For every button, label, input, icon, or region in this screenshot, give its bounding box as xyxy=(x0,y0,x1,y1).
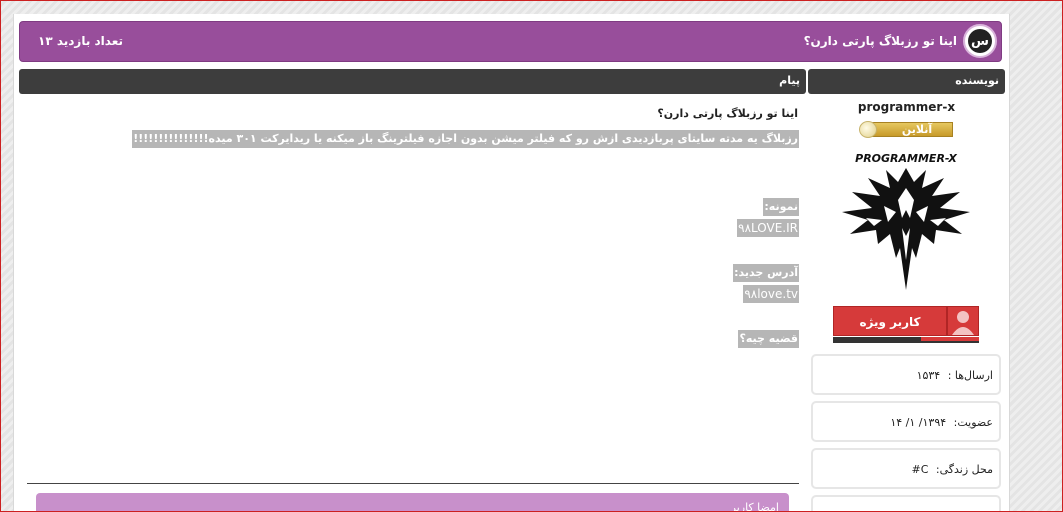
logo-glyph: س xyxy=(968,29,992,53)
example-label: نمونه: xyxy=(763,198,799,216)
author-column-header: نویسنده xyxy=(808,69,1005,94)
location-label: محل زندگی: xyxy=(935,463,993,476)
author-column: programmer-x آنلاین PROGRAMMER-X کاربر و… xyxy=(808,96,1005,512)
post-divider xyxy=(27,483,799,484)
user-silhouette-icon xyxy=(947,306,979,336)
view-count: تعداد بازدید ۱۳ xyxy=(38,34,124,48)
posts-label: ارسال‌ها : xyxy=(947,369,993,382)
online-status-badge: آنلاین xyxy=(859,120,953,139)
avatar[interactable]: PROGRAMMER-X xyxy=(838,148,974,293)
badge-underline xyxy=(833,337,979,343)
author-username[interactable]: programmer-x xyxy=(808,100,1005,114)
posts-count-box: ارسال‌ها : ۱۵۳۴ xyxy=(811,354,1001,395)
new-address-link[interactable]: ۹۸love.tv xyxy=(743,285,799,303)
new-address-label: آدرس جدید: xyxy=(733,264,799,282)
special-user-badge: کاربر ویژه xyxy=(833,306,979,343)
thread-header-bar: س اینا تو رزبلاگ پارتی دارن؟ تعداد بازدی… xyxy=(19,21,1002,62)
extra-info-box xyxy=(811,495,1001,512)
avatar-caption: PROGRAMMER-X xyxy=(855,152,957,165)
example-link[interactable]: ۹۸LOVE.IR xyxy=(737,219,799,237)
post-title: اینا تو رزبلاگ پارتی دارن؟ xyxy=(657,107,798,120)
post-question: قضیه چیه؟ xyxy=(738,330,799,348)
signature-label: امضا کاربر xyxy=(730,501,779,512)
bulb-icon xyxy=(859,121,877,138)
special-user-label: کاربر ویژه xyxy=(833,306,947,336)
location-value: C# xyxy=(911,463,929,476)
post-body-line: رزبلاگ یه مدته سایتای پربازدیدی ازش رو ک… xyxy=(132,130,799,148)
thread-title: اینا تو رزبلاگ پارتی دارن؟ xyxy=(803,34,957,48)
signature-box: امضا کاربر xyxy=(36,493,789,512)
joined-value: ۱۳۹۴/ ۱/ ۱۴ xyxy=(890,416,947,429)
location-box: محل زندگی: C# xyxy=(811,448,1001,489)
site-logo-icon[interactable]: س xyxy=(963,24,997,58)
online-status-label: آنلاین xyxy=(871,122,953,137)
message-column-header: پیام xyxy=(19,69,806,94)
tribal-dragon-avatar-icon: PROGRAMMER-X xyxy=(842,152,970,290)
joined-label: عضویت: xyxy=(953,416,993,429)
join-date-box: عضویت: ۱۳۹۴/ ۱/ ۱۴ xyxy=(811,401,1001,442)
posts-value: ۱۵۳۴ xyxy=(916,369,941,382)
